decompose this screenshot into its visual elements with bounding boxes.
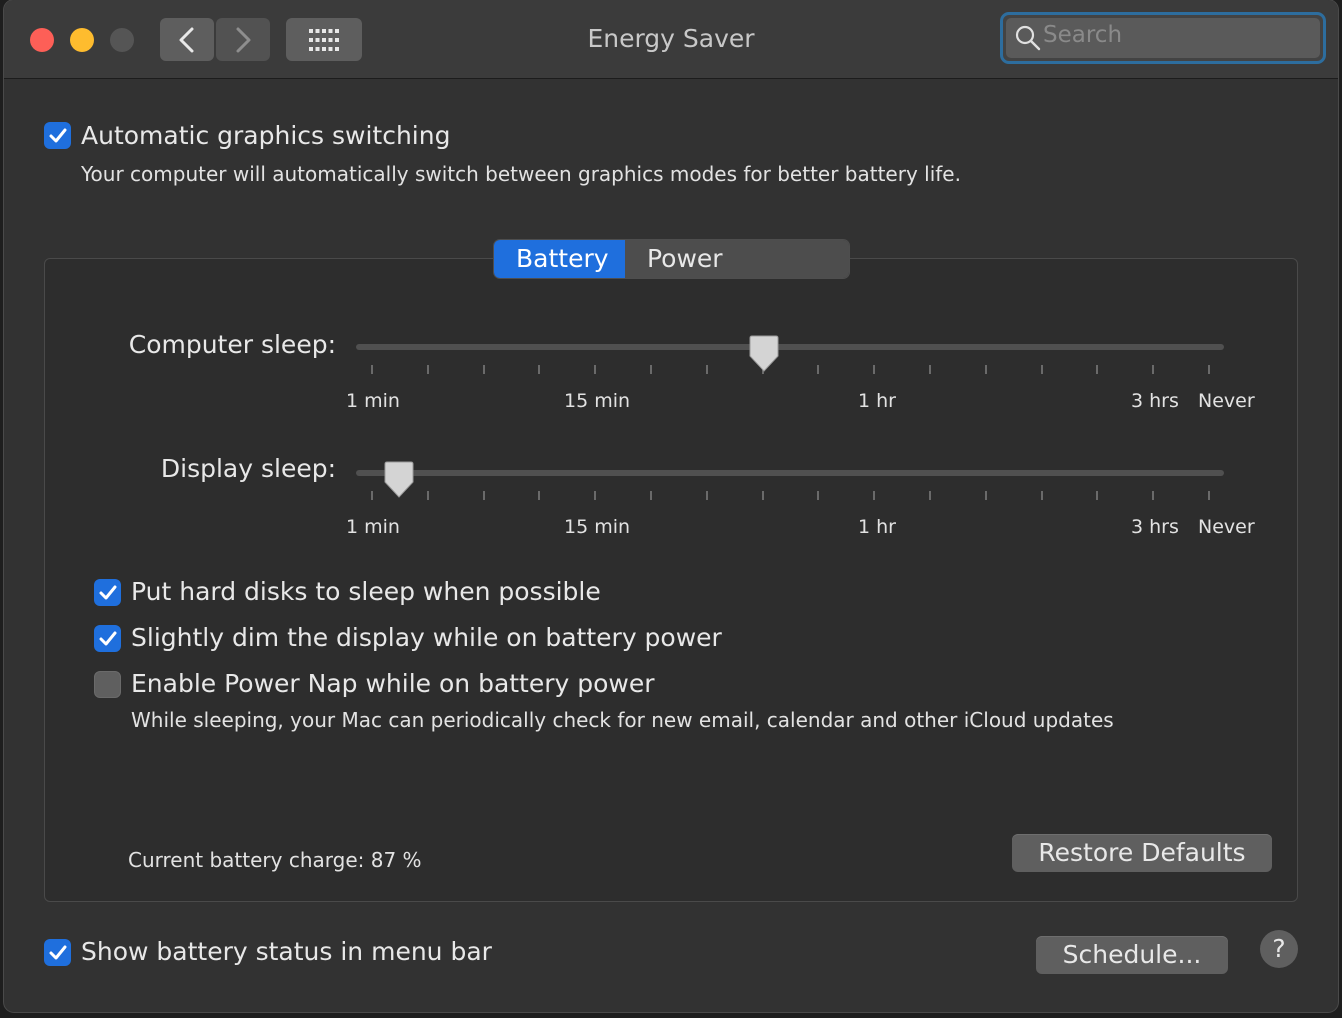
- computer-sleep-label: Computer sleep:: [128, 330, 336, 359]
- computer-sleep-tick-label-3hrs: 3 hrs: [1131, 390, 1179, 412]
- display-sleep-tick: [1040, 491, 1043, 500]
- energy-saver-window: Energy Saver Automatic graphics switchin…: [4, 0, 1338, 1012]
- computer-sleep-tick: [1152, 365, 1155, 374]
- display-sleep-tick: [1208, 491, 1210, 500]
- search-icon: [1015, 25, 1041, 51]
- checkmark-icon: [99, 585, 116, 599]
- hard-disk-sleep-checkbox[interactable]: [94, 579, 121, 606]
- dim-display-checkbox[interactable]: [94, 625, 121, 652]
- power-source-tabs: Battery Power Adapter: [494, 240, 849, 278]
- tab-power-adapter[interactable]: Power Adapter: [625, 240, 849, 278]
- display-sleep-tick: [873, 491, 876, 500]
- graphics-switching-label[interactable]: Automatic graphics switching: [81, 121, 450, 150]
- display-sleep-tick: [761, 491, 764, 500]
- display-sleep-tick-label-15min: 15 min: [564, 516, 631, 538]
- computer-sleep-tick: [650, 365, 652, 374]
- display-sleep-tick: [538, 491, 541, 500]
- computer-sleep-tick: [426, 365, 429, 374]
- computer-sleep-tick: [1096, 365, 1099, 374]
- display-sleep-tick: [984, 491, 987, 500]
- computer-sleep-tick: [1040, 365, 1043, 374]
- computer-sleep-tick-label-15min: 15 min: [564, 390, 631, 412]
- display-sleep-tick: [426, 491, 429, 500]
- search-field[interactable]: [1000, 12, 1326, 64]
- title-bar: Energy Saver: [4, 0, 1338, 79]
- dim-display-label[interactable]: Slightly dim the display while on batter…: [131, 623, 722, 652]
- graphics-switching-checkbox[interactable]: [44, 122, 71, 149]
- power-nap-label[interactable]: Enable Power Nap while on battery power: [131, 669, 655, 698]
- checkmark-icon: [99, 631, 116, 645]
- display-sleep-slider-thumb[interactable]: [383, 460, 415, 500]
- checkmark-icon: [49, 128, 66, 142]
- computer-sleep-tick-label-1min: 1 min: [346, 390, 400, 412]
- computer-sleep-slider-thumb[interactable]: [748, 334, 780, 374]
- checkmark-icon: [49, 945, 66, 959]
- display-sleep-tick: [817, 491, 820, 500]
- computer-sleep-tick: [482, 365, 485, 374]
- schedule-button[interactable]: Schedule...: [1036, 936, 1228, 974]
- display-sleep-tick: [929, 491, 931, 500]
- display-sleep-tick: [594, 491, 597, 500]
- hard-disk-sleep-label[interactable]: Put hard disks to sleep when possible: [131, 577, 601, 606]
- restore-defaults-button[interactable]: Restore Defaults: [1012, 834, 1272, 872]
- show-battery-status-checkbox[interactable]: [44, 939, 71, 966]
- display-sleep-slider-track[interactable]: [356, 470, 1224, 476]
- tab-battery[interactable]: Battery: [494, 240, 625, 278]
- computer-sleep-tick: [538, 365, 541, 374]
- computer-sleep-tick: [1208, 365, 1210, 374]
- display-sleep-tick: [482, 491, 485, 500]
- display-sleep-tick-label-3hrs: 3 hrs: [1131, 516, 1179, 538]
- display-sleep-tick-label-1hr: 1 hr: [858, 516, 896, 538]
- display-sleep-tick: [1096, 491, 1099, 500]
- search-input[interactable]: [1041, 18, 1315, 52]
- computer-sleep-tick: [873, 365, 876, 374]
- display-sleep-tick: [1152, 491, 1155, 500]
- computer-sleep-slider-track[interactable]: [356, 344, 1224, 350]
- display-sleep-tick-label-1min: 1 min: [346, 516, 400, 538]
- computer-sleep-tick: [929, 365, 931, 374]
- computer-sleep-tick-label-never: Never: [1198, 390, 1255, 412]
- help-button[interactable]: ?: [1260, 930, 1298, 968]
- display-sleep-label: Display sleep:: [160, 454, 336, 483]
- computer-sleep-tick: [371, 365, 373, 374]
- power-nap-checkbox[interactable]: [94, 671, 121, 698]
- computer-sleep-tick: [594, 365, 597, 374]
- display-sleep-tick-label-never: Never: [1198, 516, 1255, 538]
- computer-sleep-tick: [984, 365, 987, 374]
- computer-sleep-tick-label-1hr: 1 hr: [858, 390, 896, 412]
- display-sleep-tick: [371, 491, 373, 500]
- show-battery-status-label[interactable]: Show battery status in menu bar: [81, 937, 492, 966]
- display-sleep-tick: [650, 491, 652, 500]
- power-nap-description: While sleeping, your Mac can periodicall…: [131, 708, 1114, 732]
- computer-sleep-tick: [705, 365, 708, 374]
- graphics-switching-description: Your computer will automatically switch …: [81, 162, 961, 186]
- computer-sleep-tick: [817, 365, 820, 374]
- battery-charge-text: Current battery charge: 87 %: [128, 848, 422, 872]
- display-sleep-tick: [705, 491, 708, 500]
